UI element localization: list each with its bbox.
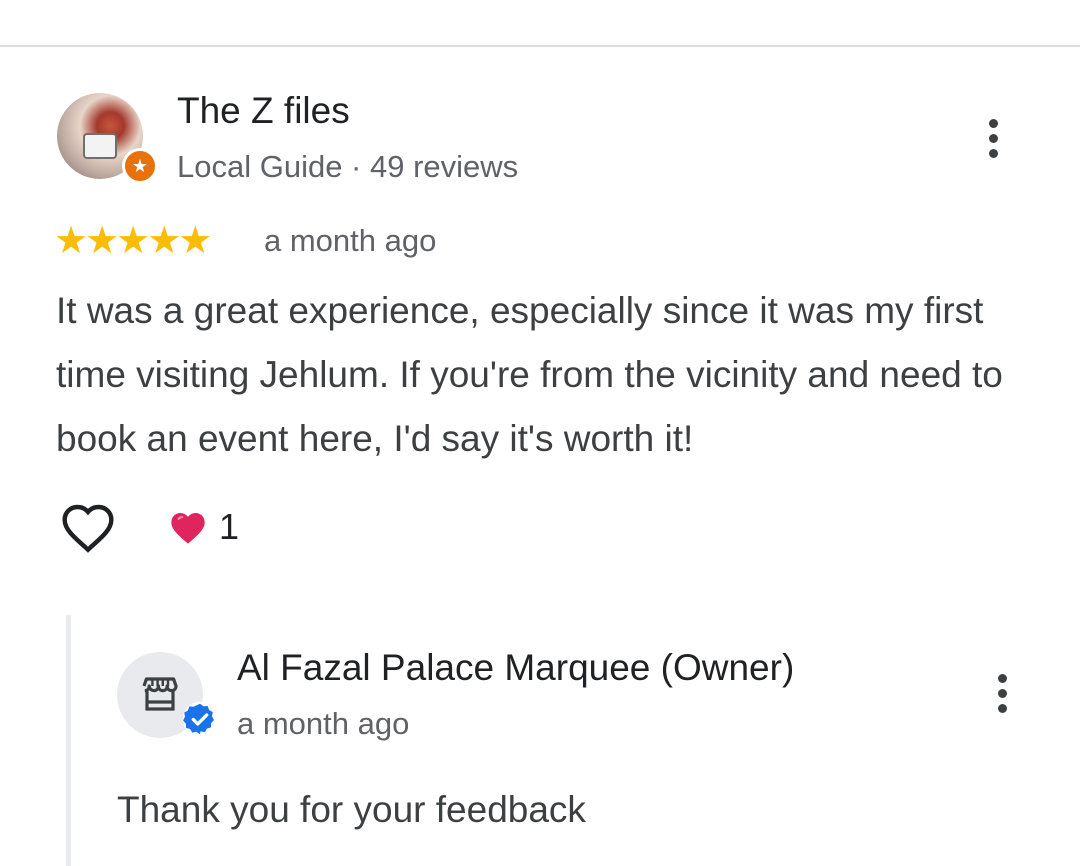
author-meta[interactable]: Local Guide · 49 reviews bbox=[177, 147, 518, 187]
review-text: It was a great experience, especially si… bbox=[56, 290, 1003, 459]
verified-check-icon bbox=[182, 701, 218, 737]
author-name[interactable]: The Z files bbox=[177, 88, 350, 134]
star-rating: ★★★★★ bbox=[54, 220, 212, 262]
review-date: a month ago bbox=[264, 223, 437, 258]
previous-item-strip bbox=[0, 0, 1080, 46]
storefront-icon bbox=[142, 677, 178, 711]
more-vert-icon[interactable] bbox=[994, 674, 1010, 713]
red-heart-icon bbox=[171, 513, 205, 544]
heart-outline-icon bbox=[62, 504, 114, 553]
more-vert-icon[interactable] bbox=[985, 119, 1001, 158]
review-card: ★ The Z files Local Guide · 49 reviews ★… bbox=[0, 47, 1080, 866]
owner-reply-text: Thank you for your feedback bbox=[117, 789, 586, 830]
avatar-photo-detail bbox=[83, 133, 117, 159]
owner-reply-date: a month ago bbox=[237, 706, 410, 741]
owner-name: Al Fazal Palace Marquee (Owner) bbox=[237, 647, 795, 688]
reaction-count: 1 bbox=[219, 506, 240, 547]
like-button[interactable] bbox=[60, 502, 116, 554]
local-guide-star-icon: ★ bbox=[122, 148, 158, 184]
owner-reply-rule bbox=[66, 615, 71, 866]
